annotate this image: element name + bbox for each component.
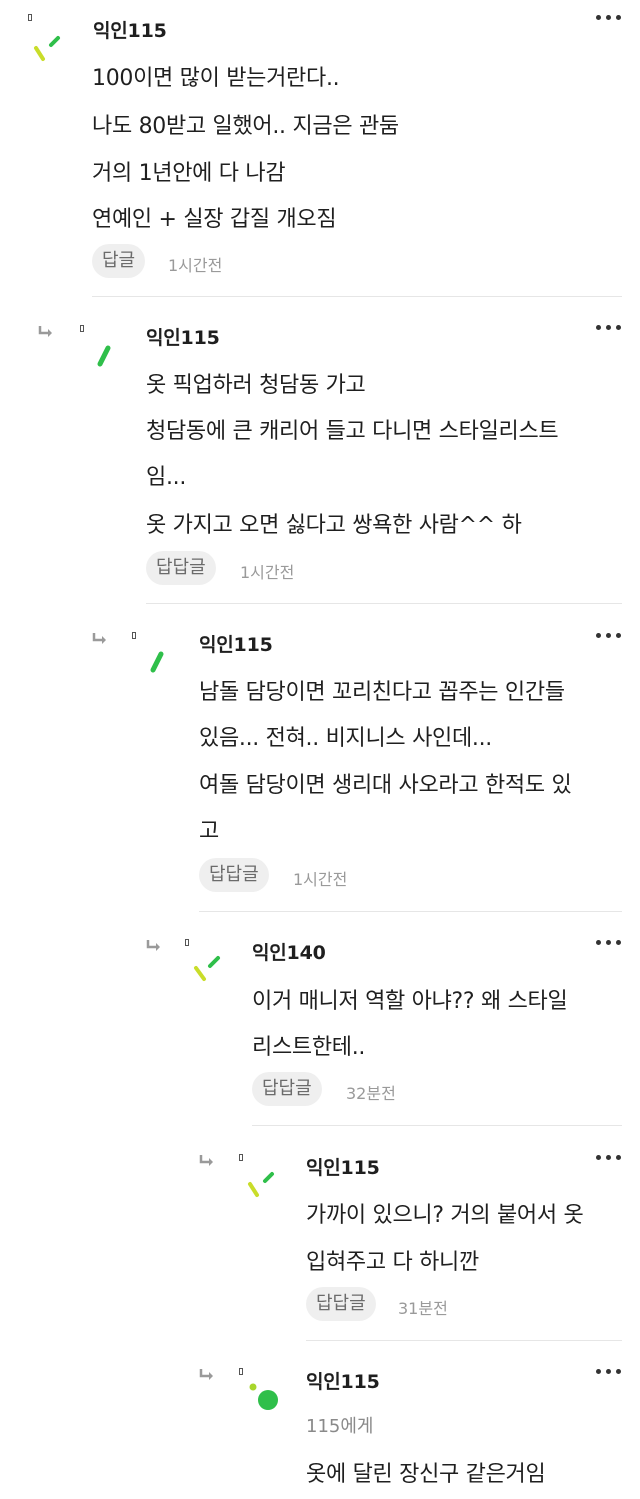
pin-icon xyxy=(239,1154,243,1161)
comment-text-line: 가까이 있으니? 거의 붙어서 옷 xyxy=(306,1203,584,1228)
comment-text-line: 리스트한테.. xyxy=(252,1035,366,1060)
comment-text-line: 거의 1년안에 다 나감 xyxy=(92,161,286,186)
comment-text-line: 입혀주고 다 하니깐 xyxy=(306,1250,479,1275)
reply-button[interactable]: 답답글 xyxy=(252,1072,322,1106)
comment-text-line: 옷에 달린 장신구 같은거임 xyxy=(306,1462,546,1487)
more-options-button[interactable] xyxy=(596,937,626,949)
avatar xyxy=(88,336,132,380)
avatar xyxy=(30,28,74,72)
avatar xyxy=(141,642,185,686)
more-options-button[interactable] xyxy=(596,1366,626,1378)
comment-text-line: 나도 80받고 일했어.. 지금은 관둠 xyxy=(92,114,399,139)
comment-text-line: 연예인 + 실장 갑질 개오짐 xyxy=(92,207,337,232)
reply-button[interactable]: 답글 xyxy=(92,244,146,278)
timestamp: 1시간전 xyxy=(240,563,295,582)
reply-arrow-icon xyxy=(92,632,108,646)
comment-text-line: 임... xyxy=(146,465,187,490)
reply-arrow-icon xyxy=(146,939,162,953)
comment-text-line: 100이면 많이 받는거란다.. xyxy=(92,66,340,91)
divider xyxy=(306,1340,622,1341)
more-options-button[interactable] xyxy=(596,322,626,334)
reply-button[interactable]: 답답글 xyxy=(199,858,269,892)
comment-text-line: 옷 픽업하러 청담동 가고 xyxy=(146,373,366,398)
timestamp: 32분전 xyxy=(346,1084,396,1103)
divider xyxy=(92,296,622,297)
avatar xyxy=(190,950,234,994)
reply-arrow-icon xyxy=(199,1154,215,1168)
pin-icon xyxy=(239,1368,243,1375)
comment-text-line: 여돌 담당이면 생리대 사오라고 한적도 있 xyxy=(199,773,572,798)
divider xyxy=(146,603,622,604)
comment-text-line: 이거 매니저 역할 아냐?? 왜 스타일 xyxy=(252,989,568,1014)
avatar xyxy=(244,1378,288,1422)
more-options-button[interactable] xyxy=(596,12,626,24)
timestamp: 31분전 xyxy=(398,1299,448,1318)
comment-text-line: 남돌 담당이면 꼬리친다고 꼽주는 인간들 xyxy=(199,680,565,705)
reply-button[interactable]: 답답글 xyxy=(146,551,216,585)
reply-arrow-icon xyxy=(199,1368,215,1382)
divider xyxy=(252,1125,622,1126)
comment-text-line: 있음... 전혀.. 비지니스 사인데... xyxy=(199,726,492,751)
pin-icon xyxy=(28,14,32,21)
more-options-button[interactable] xyxy=(596,1152,626,1164)
mention-label: 115에게 xyxy=(306,1416,374,1437)
comment-text-line: 옷 가지고 오면 싫다고 쌍욕한 사람^^ 하 xyxy=(146,513,522,538)
comment-text-line: 청담동에 큰 캐리어 들고 다니면 스타일리스트 xyxy=(146,419,559,444)
timestamp: 1시간전 xyxy=(168,256,223,275)
avatar xyxy=(244,1164,288,1208)
comment-author: 익인140 xyxy=(252,942,326,964)
comment-author: 익인115 xyxy=(306,1157,380,1179)
pin-icon xyxy=(185,939,189,946)
timestamp: 1시간전 xyxy=(293,870,348,889)
comment-author: 익인115 xyxy=(199,634,273,656)
comment-author: 익인115 xyxy=(93,20,167,42)
comment-author: 익인115 xyxy=(146,327,220,349)
pin-icon xyxy=(132,632,136,639)
divider xyxy=(199,911,622,912)
reply-button[interactable]: 답답글 xyxy=(306,1287,376,1321)
comment-text-line: 고 xyxy=(199,819,219,844)
more-options-button[interactable] xyxy=(596,630,626,642)
comment-author: 익인115 xyxy=(306,1371,380,1393)
reply-arrow-icon xyxy=(38,325,54,339)
pin-icon xyxy=(80,325,84,332)
